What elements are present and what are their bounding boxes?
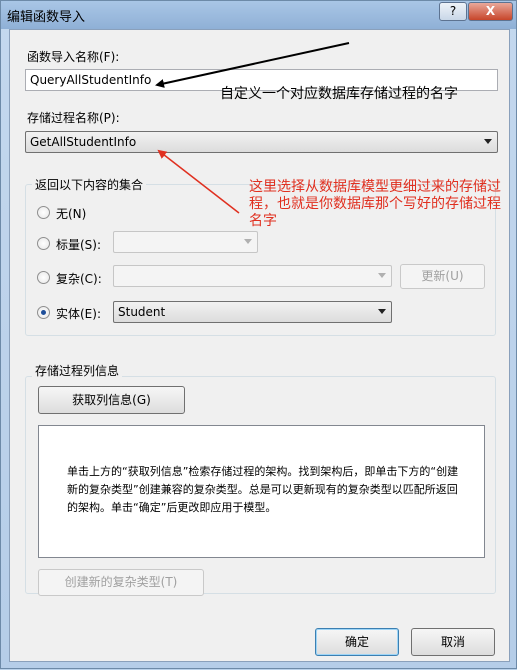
- arrow-to-stored-procedure: [157, 149, 240, 214]
- dialog-window: 编辑函数导入 ? X 函数导入名称(F): QueryAllStudentInf…: [0, 0, 517, 669]
- annotation-note-function-name: 自定义一个对应数据库存储过程的名字: [220, 86, 458, 102]
- annotation-note-stored-procedure: 这里选择从数据库模型更细过来的存储过程，也就是你数据库那个写好的存储过程名字: [249, 179, 501, 229]
- arrow-to-function-name: [155, 42, 350, 88]
